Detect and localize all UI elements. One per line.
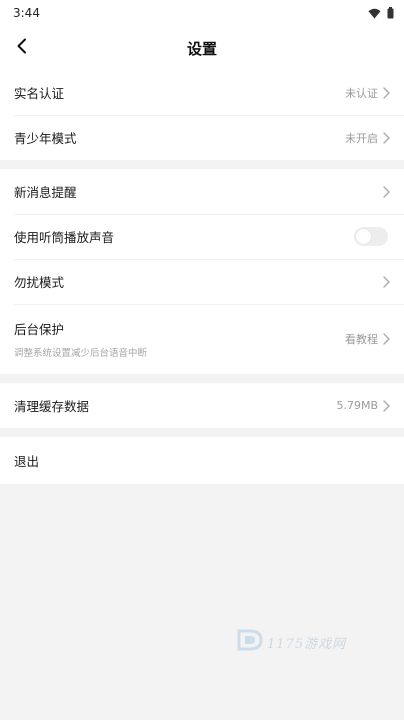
- status-icons: [368, 4, 394, 23]
- settings-group-account: 实名认证 未认证 青少年模式 未开启: [0, 70, 404, 160]
- earpiece-toggle[interactable]: [354, 227, 388, 246]
- section-gap: [0, 160, 404, 169]
- chevron-right-icon: [383, 185, 390, 198]
- chevron-right-icon: [383, 86, 390, 99]
- row-left: 实名认证: [14, 83, 64, 102]
- row-right: 看教程: [345, 331, 390, 347]
- row-left: 使用听筒播放声音: [14, 227, 114, 246]
- row-left: 后台保护 调整系统设置减少后台语音中断: [14, 319, 147, 359]
- row-value: 未认证: [345, 86, 378, 100]
- row-label: 新消息提醒: [14, 185, 77, 200]
- cache-size: 5.79MB: [336, 399, 378, 412]
- section-gap: [0, 428, 404, 437]
- row-value: 未开启: [345, 131, 378, 145]
- settings-group-storage: 清理缓存数据 5.79MB: [0, 383, 404, 428]
- row-right: 5.79MB: [336, 399, 390, 412]
- row-label: 勿扰模式: [14, 275, 65, 290]
- chevron-right-icon: [383, 399, 390, 412]
- logout-button[interactable]: 退出: [0, 437, 404, 484]
- row-subtitle: 调整系统设置减少后台语音中断: [14, 348, 148, 359]
- chevron-right-icon: [383, 275, 390, 288]
- row-label: 退出: [14, 454, 40, 469]
- settings-row-new-message[interactable]: 新消息提醒: [0, 169, 404, 214]
- back-button[interactable]: [6, 32, 38, 64]
- watermark-logo-icon: [236, 628, 264, 656]
- status-time: 3:44: [13, 6, 40, 20]
- row-left: 新消息提醒: [14, 182, 77, 201]
- row-left: 勿扰模式: [14, 272, 64, 291]
- section-gap: [0, 374, 404, 383]
- chevron-right-icon: [383, 131, 390, 144]
- row-label: 青少年模式: [14, 131, 77, 146]
- chevron-right-icon: [383, 333, 390, 345]
- settings-row-background-protection[interactable]: 后台保护 调整系统设置减少后台语音中断 看教程: [0, 304, 404, 374]
- row-label: 清理缓存数据: [14, 399, 90, 414]
- settings-row-real-name[interactable]: 实名认证 未认证: [0, 70, 404, 115]
- row-left: 清理缓存数据: [14, 396, 89, 415]
- settings-row-earpiece: 使用听筒播放声音: [0, 214, 404, 259]
- row-right: 未认证: [345, 85, 390, 101]
- settings-row-clear-cache[interactable]: 清理缓存数据 5.79MB: [0, 383, 404, 428]
- row-label: 实名认证: [14, 86, 65, 101]
- row-right: [383, 275, 390, 288]
- wifi-icon: [368, 4, 381, 23]
- settings-row-do-not-disturb[interactable]: 勿扰模式: [0, 259, 404, 304]
- watermark-text: 1175游戏网: [267, 636, 347, 652]
- row-left: 退出: [14, 451, 39, 470]
- toggle-knob: [356, 229, 371, 244]
- settings-group-logout: 退出: [0, 437, 404, 484]
- settings-screen: 3:44 设置 实名认证 未认证 青少年模式 未开启 新消息提醒 使用听筒播放声…: [0, 0, 404, 720]
- status-bar: 3:44: [0, 0, 404, 26]
- back-arrow-icon: [16, 38, 28, 58]
- tutorial-link[interactable]: 看教程: [345, 331, 378, 347]
- nav-bar: 设置: [0, 26, 404, 70]
- row-label: 使用听筒播放声音: [14, 230, 115, 245]
- watermark: 1175游戏网: [236, 628, 346, 656]
- row-right: 未开启: [345, 130, 390, 146]
- row-right: [383, 185, 390, 198]
- row-label: 后台保护: [14, 322, 65, 337]
- settings-row-teen-mode[interactable]: 青少年模式 未开启: [0, 115, 404, 160]
- page-title: 设置: [186, 39, 217, 58]
- row-left: 青少年模式: [14, 128, 77, 147]
- battery-icon: [387, 4, 394, 23]
- row-right: [354, 227, 390, 246]
- settings-group-notifications: 新消息提醒 使用听筒播放声音 勿扰模式 后台保护 调整系统设置减少后台语音中断 …: [0, 169, 404, 374]
